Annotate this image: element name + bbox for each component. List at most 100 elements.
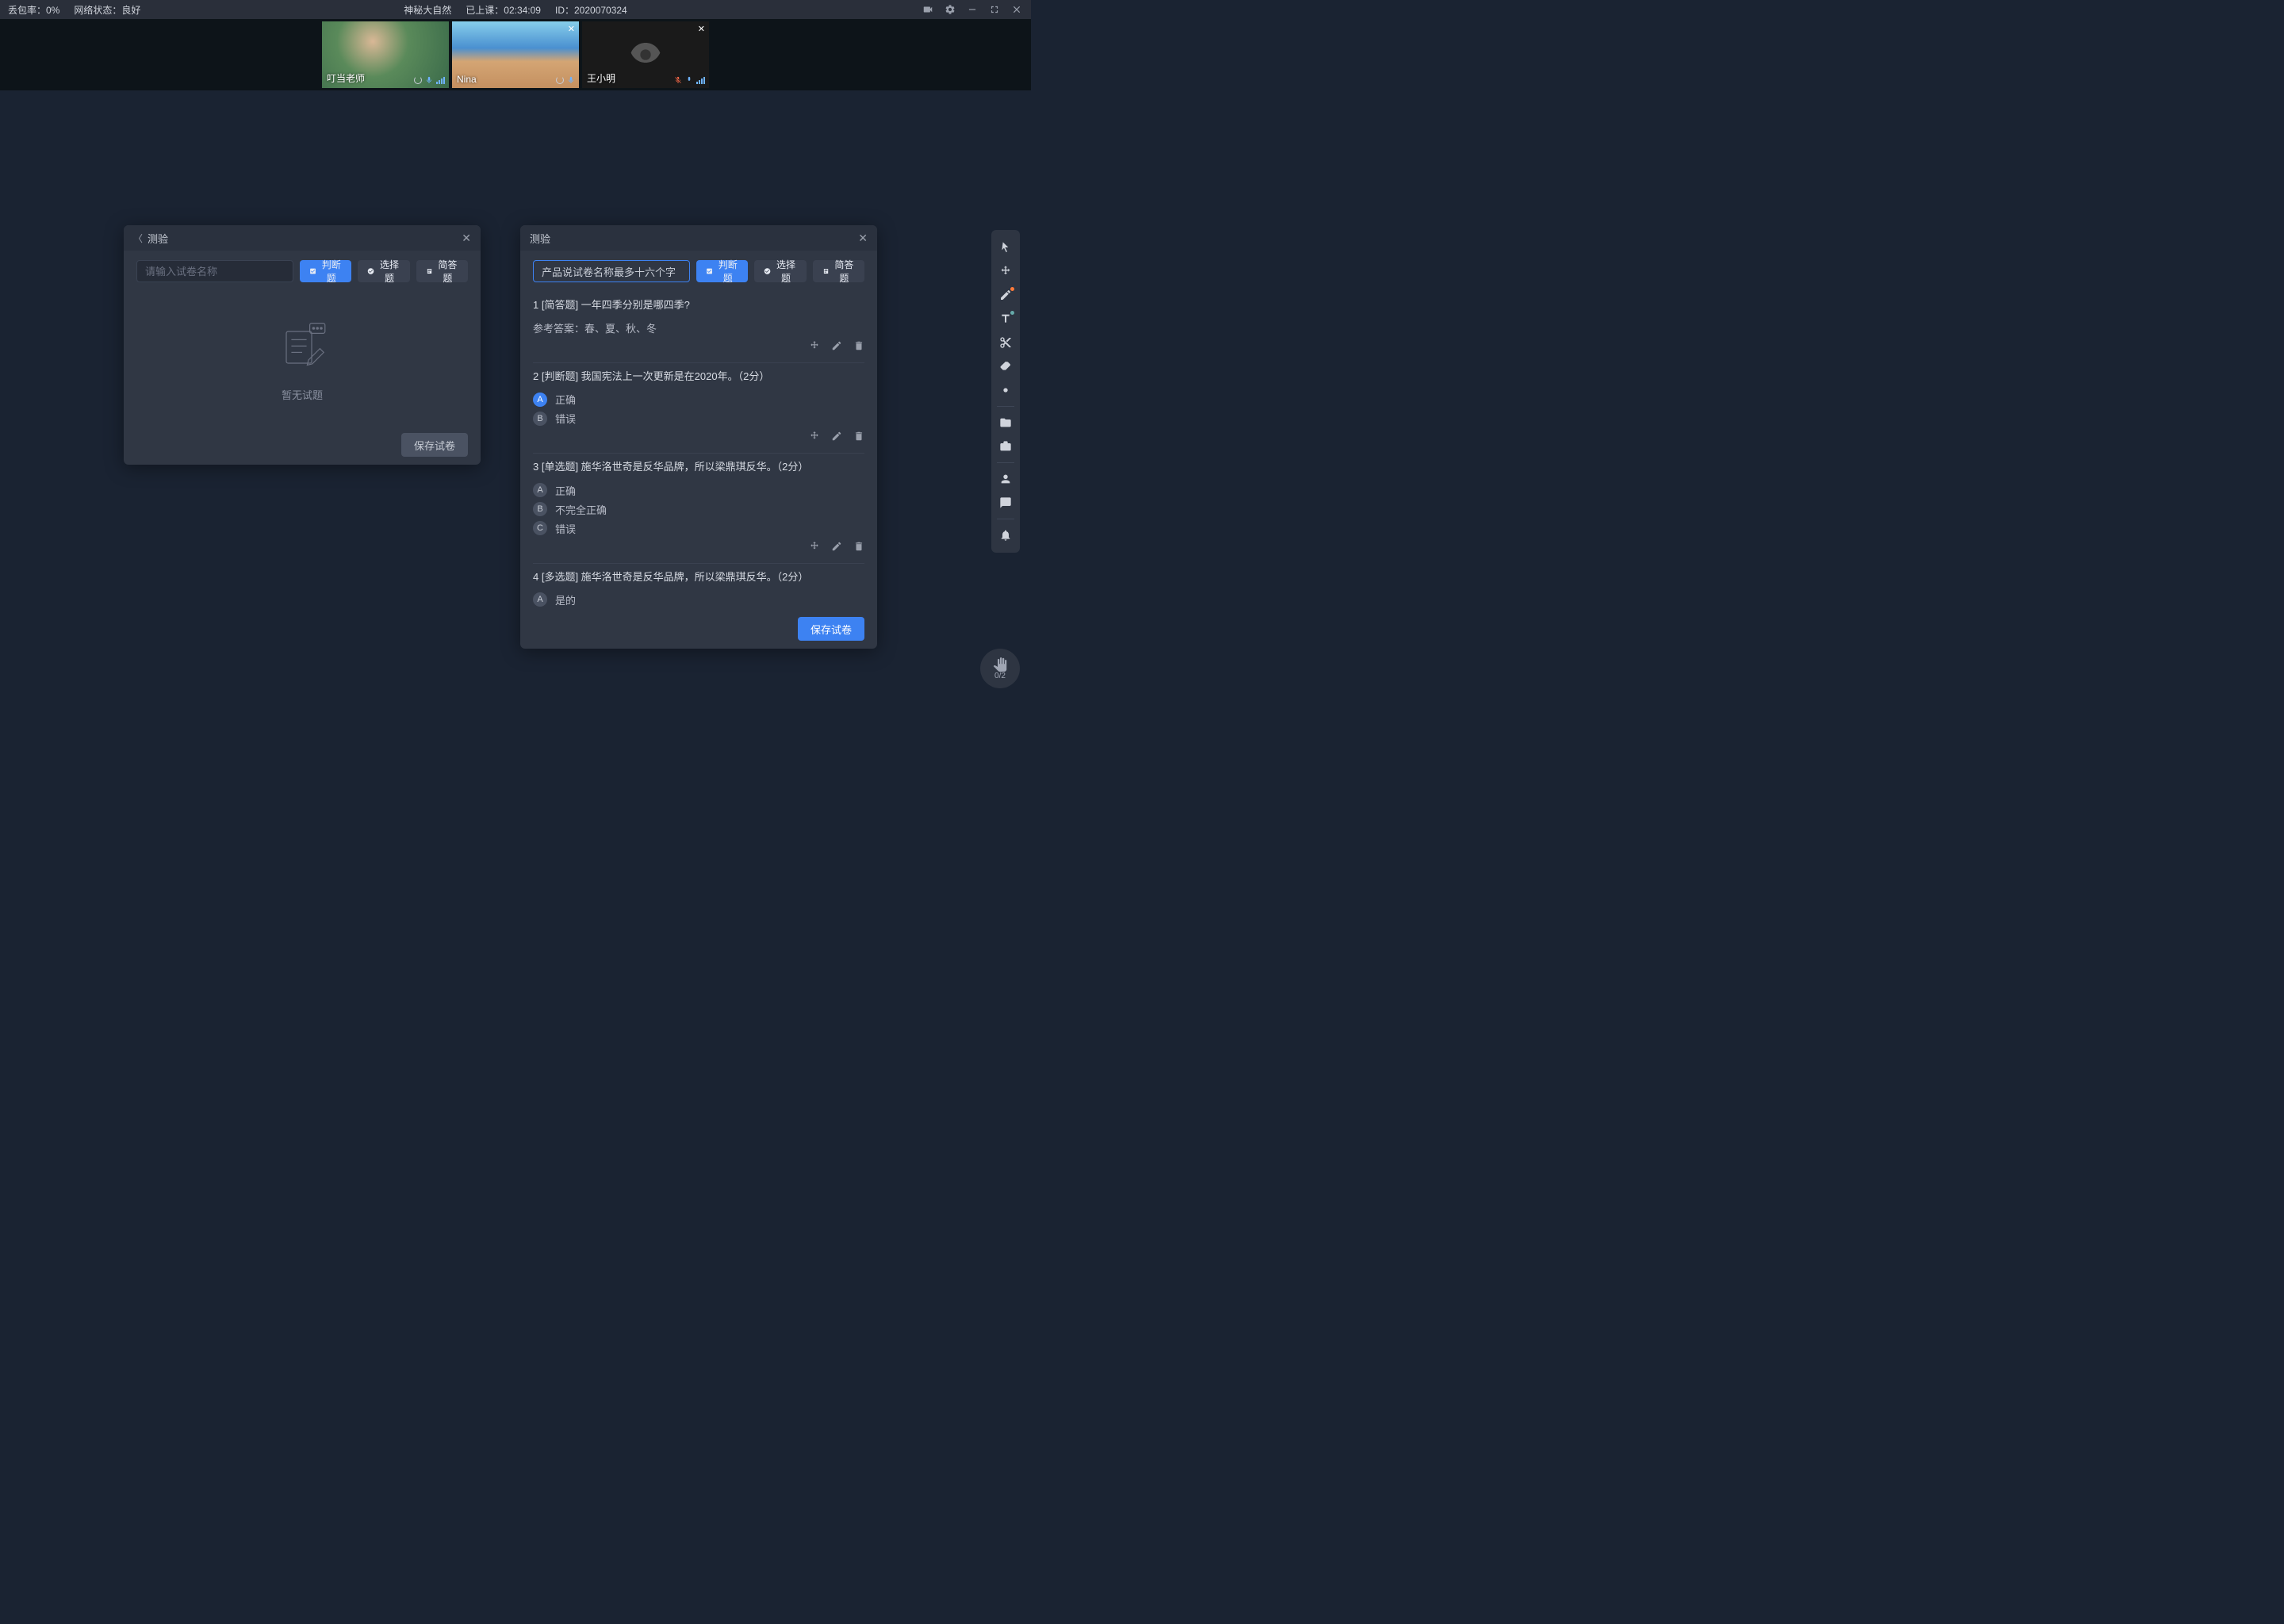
- video-tile-student[interactable]: ✕ 王小明: [582, 21, 709, 88]
- panel-header: 〈 测验 ✕: [124, 225, 481, 251]
- video-tile-student[interactable]: ✕ Nina: [452, 21, 579, 88]
- answer-option[interactable]: A正确: [533, 392, 864, 407]
- course-title: 神秘大自然: [404, 3, 451, 17]
- back-icon[interactable]: 〈: [133, 232, 143, 245]
- quiz-title-input[interactable]: [136, 260, 293, 282]
- panel-close-icon[interactable]: ✕: [858, 232, 868, 245]
- top-status-bar: 丢包率：0% 网络状态：良好 神秘大自然 已上课：02:34:09 ID：202…: [0, 0, 1031, 19]
- answer-option[interactable]: B 不完全正确: [533, 502, 864, 517]
- option-label: 错误: [555, 521, 576, 536]
- delete-question-icon[interactable]: [853, 431, 864, 442]
- chat-icon[interactable]: [994, 492, 1017, 514]
- panel-title: 测验: [148, 231, 462, 246]
- camera-icon[interactable]: [922, 3, 934, 16]
- add-judge-button[interactable]: 判断题: [696, 260, 748, 282]
- text-tool-icon[interactable]: [994, 308, 1017, 330]
- edit-question-icon[interactable]: [831, 431, 842, 442]
- quiz-title-input[interactable]: [533, 260, 690, 282]
- question-item: 1 [简答题] 一年四季分别是哪四季? 参考答案：春、夏、秋、冬: [533, 292, 864, 363]
- video-tile-teacher[interactable]: 叮当老师: [322, 21, 449, 88]
- panel-title: 测验: [530, 231, 858, 246]
- empty-state-icon: [270, 316, 334, 379]
- quiz-panel-empty: 〈 测验 ✕ 判断题 选择题 简答题: [124, 225, 481, 465]
- add-short-answer-button[interactable]: 简答题: [416, 260, 468, 282]
- participant-name: 叮当老师: [327, 71, 365, 85]
- mic-on-icon: [685, 75, 693, 85]
- bell-icon[interactable]: [994, 524, 1017, 546]
- question-item: 2 [判断题] 我国宪法上一次更新是在2020年。（2分） A正确 B 错误: [533, 363, 864, 454]
- move-tool-icon[interactable]: [994, 260, 1017, 282]
- answer-option[interactable]: A 正确: [533, 483, 864, 498]
- settings-icon[interactable]: [944, 3, 956, 16]
- loading-icon: [556, 76, 564, 84]
- session-id: ID：2020070324: [555, 3, 627, 17]
- loading-icon: [414, 76, 422, 84]
- save-quiz-button[interactable]: 保存试卷: [401, 433, 468, 457]
- toolbox-icon[interactable]: [994, 435, 1017, 458]
- signal-bars-icon: [436, 77, 445, 84]
- option-badge: B: [533, 502, 547, 516]
- option-badge: C: [533, 521, 547, 535]
- tile-close-icon[interactable]: ✕: [698, 24, 705, 34]
- option-label: 正确: [555, 483, 576, 498]
- question-item: 4 [多选题] 施华洛世奇是反华品牌，所以梁鼎琪反华。（2分）A是的B不完全正确…: [533, 564, 864, 609]
- close-icon[interactable]: [1010, 3, 1023, 16]
- question-title: 3 [单选题] 施华洛世奇是反华品牌，所以梁鼎琪反华。（2分）: [533, 460, 864, 474]
- mic-on-icon: [567, 75, 575, 85]
- answer-option[interactable]: B 错误: [533, 411, 864, 426]
- move-question-icon[interactable]: [809, 431, 820, 442]
- mic-off-icon: [674, 75, 682, 85]
- move-question-icon[interactable]: [809, 340, 820, 351]
- question-title: 2 [判断题] 我国宪法上一次更新是在2020年。（2分）: [533, 370, 864, 384]
- edit-question-icon[interactable]: [831, 541, 842, 552]
- move-question-icon[interactable]: [809, 541, 820, 552]
- tile-close-icon[interactable]: ✕: [568, 24, 575, 34]
- eraser-tool-icon[interactable]: [994, 355, 1017, 377]
- delete-question-icon[interactable]: [853, 340, 864, 351]
- network-status-label: 网络状态：良好: [74, 3, 140, 17]
- panel-close-icon[interactable]: ✕: [462, 232, 471, 245]
- option-label: 错误: [555, 411, 576, 426]
- save-quiz-button[interactable]: 保存试卷: [798, 617, 864, 641]
- answer-option[interactable]: A 是的: [533, 592, 864, 607]
- raise-hand-button[interactable]: 0/2: [980, 649, 1020, 688]
- elapsed-time: 已上课：02:34:09: [466, 3, 541, 17]
- option-label: 是的: [555, 592, 576, 607]
- add-short-answer-button[interactable]: 简答题: [813, 260, 864, 282]
- folder-icon[interactable]: [994, 412, 1017, 434]
- user-icon[interactable]: [994, 468, 1017, 490]
- option-badge: B: [533, 412, 547, 426]
- question-title: 4 [多选题] 施华洛世奇是反华品牌，所以梁鼎琪反华。（2分）: [533, 570, 864, 584]
- camera-off-icon: [630, 39, 661, 71]
- option-badge: A: [533, 592, 547, 607]
- participant-name: 王小明: [587, 71, 615, 85]
- answer-option[interactable]: C 错误: [533, 521, 864, 536]
- add-choice-button[interactable]: 选择题: [754, 260, 806, 282]
- reference-answer: 参考答案：春、夏、秋、冬: [533, 320, 864, 335]
- edit-question-icon[interactable]: [831, 340, 842, 351]
- add-judge-button[interactable]: 判断题: [300, 260, 351, 282]
- quiz-panel-filled: 测验 ✕ 判断题 选择题 简答题 1 [简答题] 一年四季分别是哪四季? 参考答案…: [520, 225, 877, 649]
- mic-on-icon: [425, 75, 433, 85]
- question-title: 1 [简答题] 一年四季分别是哪四季?: [533, 298, 864, 312]
- pen-tool-icon[interactable]: [994, 284, 1017, 306]
- delete-question-icon[interactable]: [853, 541, 864, 552]
- minimize-icon[interactable]: [966, 3, 979, 16]
- empty-state-text: 暂无试题: [282, 387, 323, 402]
- packet-loss-label: 丢包率：0%: [8, 3, 59, 17]
- option-badge: A: [533, 393, 547, 407]
- signal-bars-icon: [696, 77, 705, 84]
- video-row: 叮当老师 ✕ Nina ✕ 王小明: [0, 19, 1031, 90]
- cursor-tool-icon[interactable]: [994, 236, 1017, 259]
- add-choice-button[interactable]: 选择题: [358, 260, 409, 282]
- participant-name: Nina: [457, 74, 477, 85]
- scissors-tool-icon[interactable]: [994, 331, 1017, 354]
- hand-count: 0/2: [994, 672, 1006, 680]
- panel-header: 测验 ✕: [520, 225, 877, 251]
- right-tool-palette: [991, 230, 1020, 553]
- maximize-icon[interactable]: [988, 3, 1001, 16]
- question-item: 3 [单选题] 施华洛世奇是反华品牌，所以梁鼎琪反华。（2分） A 正确 B 不完全正确…: [533, 454, 864, 563]
- option-badge: A: [533, 483, 547, 497]
- option-label: 不完全正确: [555, 502, 607, 517]
- laser-tool-icon[interactable]: [994, 379, 1017, 401]
